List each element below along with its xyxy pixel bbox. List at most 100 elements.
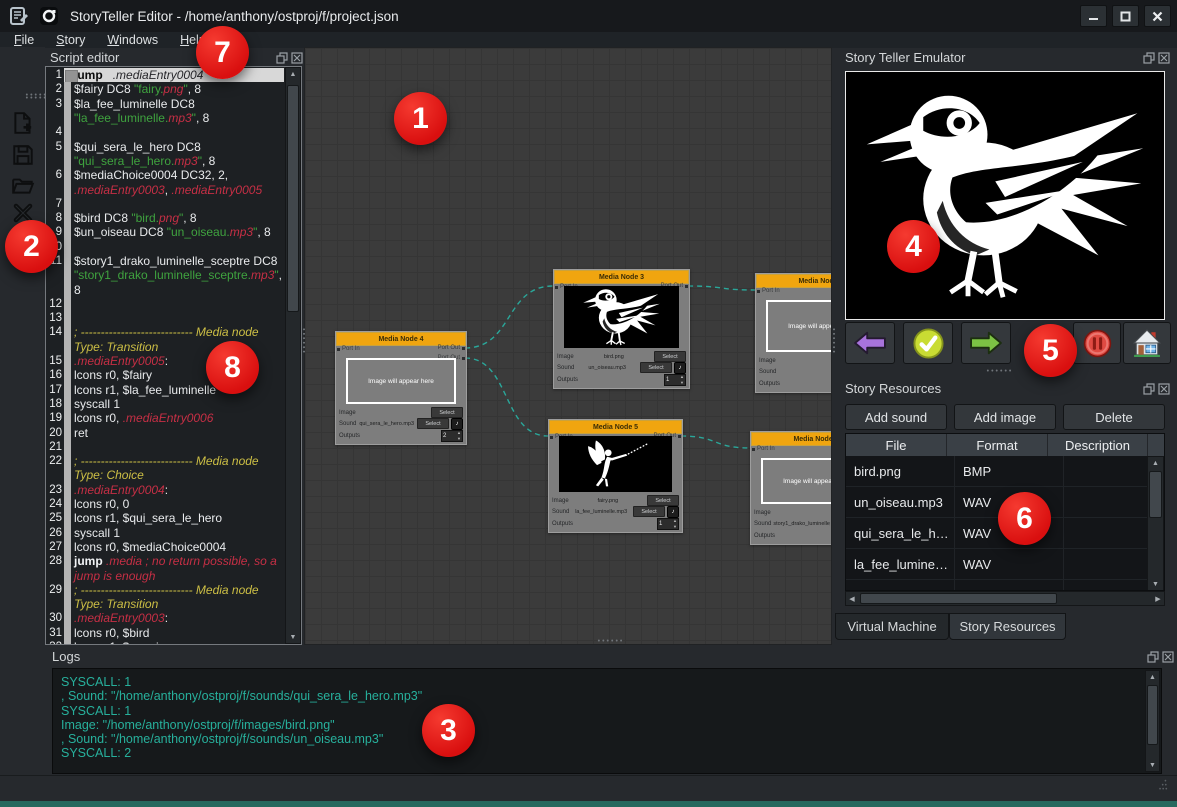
code-line[interactable]: 7 [46,197,284,211]
node-connection[interactable] [465,286,553,348]
table-horizontal-scrollbar[interactable]: ◀ ▶ [845,591,1165,606]
code-line[interactable]: 25lcons r1, $qui_sera_le_hero [46,511,284,525]
close-panel-icon[interactable] [1162,650,1174,662]
close-button[interactable] [1144,5,1171,27]
menu-windows[interactable]: Windows [107,33,158,47]
delete-button[interactable]: Delete [1063,404,1165,430]
media-node[interactable]: Media Node 3Port InPort OutImagebird.png… [553,269,690,389]
audio-icon[interactable]: ♪ [674,362,686,374]
resize-grip[interactable]: • ••••• [1159,780,1173,794]
save-button[interactable] [9,141,37,169]
close-panel-icon[interactable] [1158,382,1170,394]
logs-vertical-scrollbar[interactable]: ▲ ▼ [1145,670,1160,772]
outputs-spinner[interactable]: 1▲▼ [664,374,686,386]
code-line[interactable]: 11$story1_drako_luminelle_sceptre DC8 [46,254,284,268]
select-button[interactable]: Select [633,506,665,517]
node-title[interactable]: Media Node 2 [756,274,832,288]
scroll-down-arrow[interactable]: ▼ [1148,578,1163,590]
logs-output[interactable]: SYSCALL: 1, Sound: "/home/anthony/ostpro… [52,668,1162,774]
code-line[interactable]: 31lcons r0, $bird [46,626,284,640]
menu-file[interactable]: File [14,33,34,47]
code-line[interactable]: 32lcons r1, $un_oiseau [46,640,284,645]
menu-story[interactable]: Story [56,33,85,47]
code-line[interactable]: 8$bird DC8 "bird.png", 8 [46,211,284,225]
select-button[interactable]: Select [640,362,672,373]
home-button[interactable] [1123,322,1171,364]
add-image-button[interactable]: Add image [954,404,1056,430]
code-line[interactable]: 20ret [46,425,284,439]
code-line[interactable]: 27lcons r0, $mediaChoice0004 [46,540,284,554]
scroll-down-arrow[interactable]: ▼ [286,631,300,643]
code-line[interactable]: "qui_sera_le_hero.mp3", 8 [46,154,284,168]
node-connection[interactable] [688,286,755,290]
tab-story-resources[interactable]: Story Resources [949,613,1066,640]
new-script-button[interactable] [9,109,37,137]
scroll-up-arrow[interactable]: ▲ [1148,457,1163,469]
script-editor[interactable]: 1jump .mediaEntry00042$fairy DC8 "fairy.… [45,66,302,645]
node-connection[interactable] [465,358,548,436]
code-line[interactable]: 9$un_oiseau DC8 "un_oiseau.mp3", 8 [46,225,284,239]
open-button[interactable] [9,171,37,199]
table-row[interactable]: un_oiseau.mp3WAV [846,487,1148,518]
code-line[interactable]: 19lcons r0, .mediaEntry0006 [46,411,284,425]
node-graph-canvas[interactable]: Media Node 4Port InPort OutPort OutImage… [304,47,832,645]
code-line[interactable]: Type: Transition [46,597,284,611]
code-line[interactable]: 28jump .media ; no return possible, so a [46,554,284,568]
previous-button[interactable] [845,322,895,364]
code-line[interactable]: jump is enough [46,568,284,582]
scroll-up-arrow[interactable]: ▲ [286,68,300,80]
audio-icon[interactable]: ♪ [451,418,463,430]
media-node[interactable]: Media Node 6Port InPort OutImage will ap… [750,431,832,545]
outputs-spinner[interactable]: 1▲▼ [657,518,679,530]
node-port-in[interactable]: Port In [337,346,360,352]
code-line[interactable]: .mediaEntry0003, .mediaEntry0005 [46,182,284,196]
code-line[interactable]: 13 [46,311,284,325]
scroll-left-arrow[interactable]: ◀ [846,592,858,605]
pause-button[interactable] [1073,322,1121,364]
code-line[interactable]: 8 [46,282,284,296]
float-panel-icon[interactable] [1147,650,1159,662]
add-sound-button[interactable]: Add sound [845,404,947,430]
ok-button[interactable] [903,322,953,364]
code-line[interactable]: 3$la_fee_luminelle DC8 [46,97,284,111]
node-title[interactable]: Media Node 6 [751,432,832,446]
float-panel-icon[interactable] [1143,382,1155,394]
scrollbar-thumb[interactable] [1149,471,1162,518]
code-line[interactable]: 4 [46,125,284,139]
table-vertical-scrollbar[interactable]: ▲ ▼ [1147,456,1164,591]
select-button[interactable]: Select [417,418,449,429]
audio-icon[interactable]: ♪ [667,506,679,518]
table-row[interactable]: bird.pngBMP [846,456,1148,487]
code-line[interactable]: 18syscall 1 [46,397,284,411]
node-port-in[interactable]: Port In [757,288,780,294]
splitter-handle[interactable]: •••••• [832,327,835,357]
node-port-in[interactable]: Port In [752,446,775,452]
next-button[interactable] [961,322,1011,364]
node-title[interactable]: Media Node 5 [549,420,682,434]
media-node[interactable]: Media Node 2Port InPort OutImage will ap… [755,273,832,393]
scroll-up-arrow[interactable]: ▲ [1146,671,1159,683]
code-line[interactable]: 29; ---------------------------- Media n… [46,583,284,597]
node-port-out[interactable]: Port Out [438,345,465,351]
column-header-description[interactable]: Description [1048,434,1148,456]
media-node[interactable]: Media Node 5Port InPort OutImagefairy.pn… [548,419,683,533]
code-line[interactable]: 21 [46,440,284,454]
node-title[interactable]: Media Node 3 [554,270,689,284]
select-button[interactable]: Select [654,351,686,362]
splitter-handle[interactable]: •••••• [985,370,1015,373]
code-line[interactable]: "story1_drako_luminelle_sceptre.mp3", [46,268,284,282]
scrollbar-thumb[interactable] [860,593,1057,604]
select-button[interactable]: Select [647,495,679,506]
float-panel-icon[interactable] [1143,51,1155,63]
code-line[interactable]: Type: Choice [46,468,284,482]
table-row[interactable]: fairy.pngBMP [846,580,1148,591]
maximize-button[interactable] [1112,5,1139,27]
media-node[interactable]: Media Node 4Port InPort OutPort OutImage… [335,331,467,445]
scrollbar-thumb[interactable] [1147,685,1158,745]
code-line[interactable]: 10 [46,240,284,254]
code-line[interactable]: 24lcons r0, 0 [46,497,284,511]
code-line[interactable]: 2$fairy DC8 "fairy.png", 8 [46,82,284,96]
minimize-button[interactable] [1080,5,1107,27]
float-panel-icon[interactable] [276,51,288,63]
code-line[interactable]: 23.mediaEntry0004: [46,483,284,497]
